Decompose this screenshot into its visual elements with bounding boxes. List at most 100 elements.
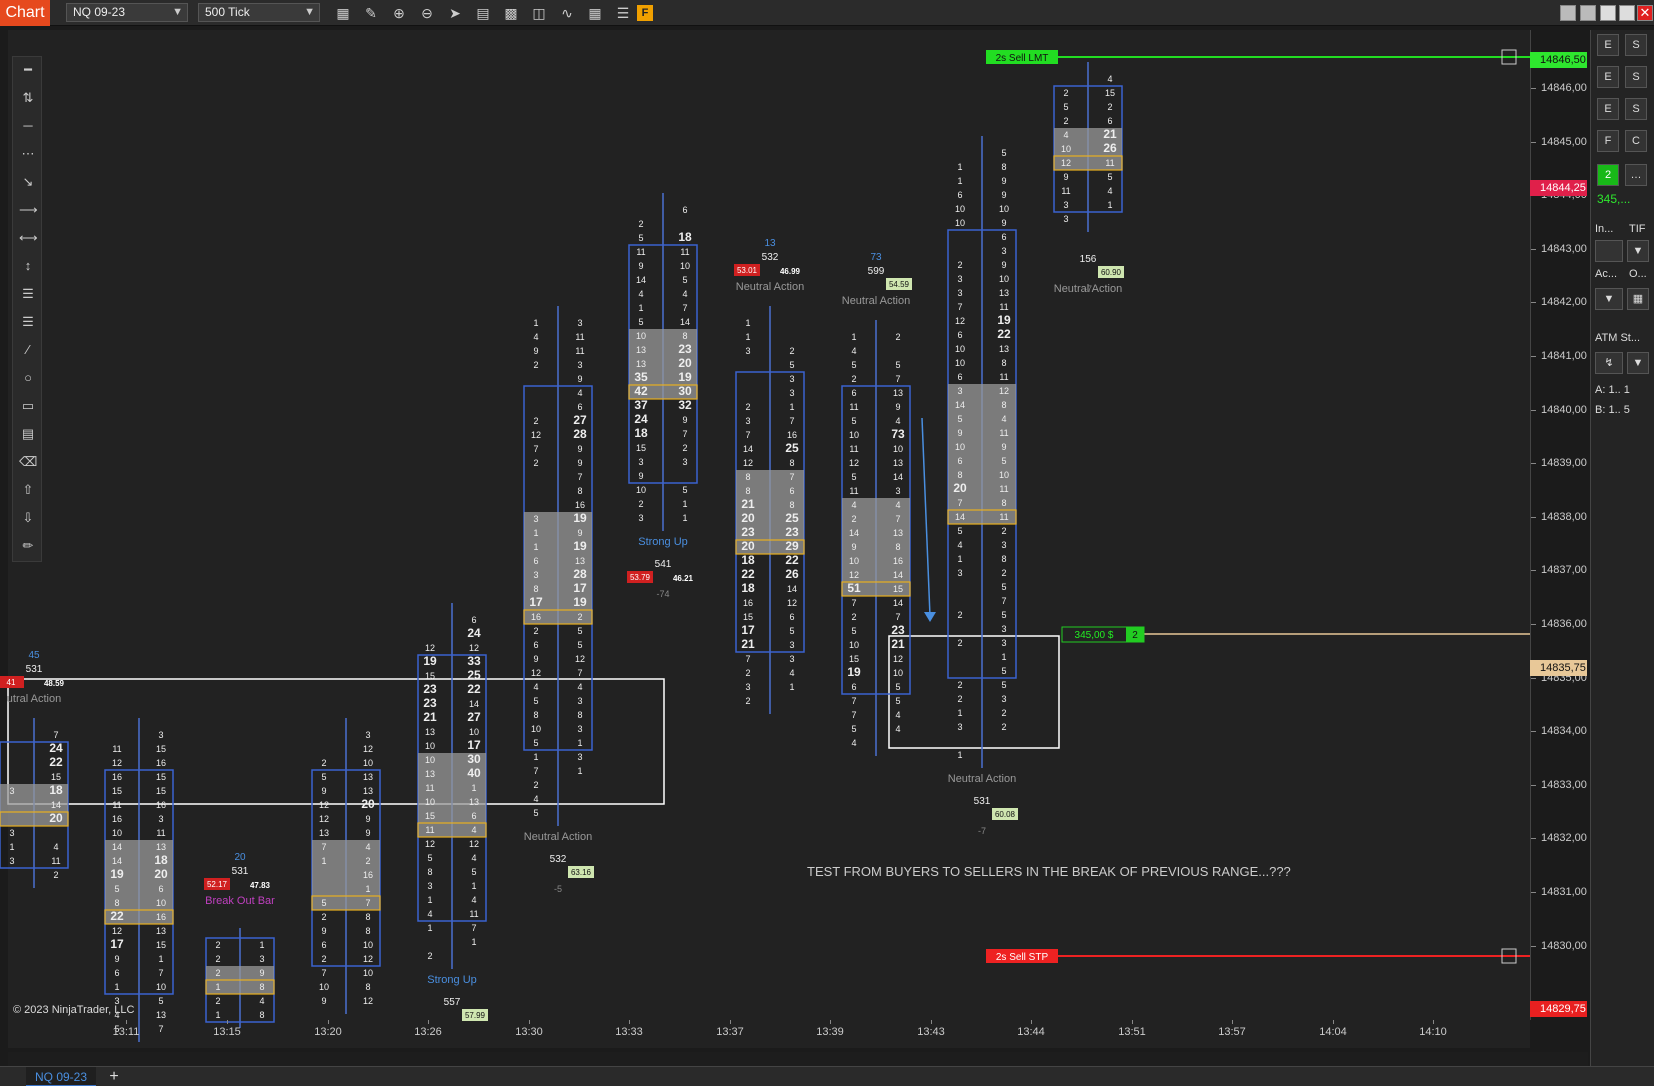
region-icon[interactable]: ▤: [19, 425, 37, 443]
tab-nq-09-23[interactable]: NQ 09-23: [26, 1067, 97, 1086]
arrow-up-icon[interactable]: ⇧: [19, 481, 37, 499]
bottom-tab-bar: NQ 09-23 +: [0, 1066, 1654, 1086]
bid-volume: 19: [847, 665, 861, 679]
diagonal-line-icon[interactable]: ↘: [19, 173, 37, 191]
bar-type-icon[interactable]: ▦: [334, 4, 352, 22]
ray-icon[interactable]: ⋯: [19, 145, 37, 163]
interval-selector[interactable]: 500 Tick ▼: [198, 3, 320, 22]
ask-volume: 18: [678, 230, 692, 244]
price-tick: [1531, 409, 1536, 411]
pencil-icon[interactable]: ✎: [362, 4, 380, 22]
position-pnl-label: 345,00 $: [1075, 630, 1114, 641]
list-icon[interactable]: ☰: [614, 4, 632, 22]
ask-volume: 9: [1001, 190, 1006, 200]
add-tab-icon[interactable]: +: [104, 1067, 124, 1086]
bid-volume: 6: [957, 372, 962, 382]
atm-dropdown[interactable]: ▼: [1627, 352, 1649, 374]
price-tick: [1531, 302, 1536, 304]
ask-volume: 10: [999, 470, 1009, 480]
close-icon[interactable]: ✕: [1637, 5, 1653, 21]
f-badge[interactable]: F: [637, 5, 653, 21]
bar-volume: 541: [655, 559, 672, 570]
data-box-icon[interactable]: ▤: [474, 4, 492, 22]
zoom-out-icon[interactable]: ⊖: [418, 4, 436, 22]
vertical-line-icon[interactable]: ↕: [19, 257, 37, 275]
strategies-icon[interactable]: ◫: [530, 4, 548, 22]
ask-volume: 19: [573, 511, 587, 525]
panel-button-s2[interactable]: S: [1625, 66, 1647, 88]
atm-lightning-icon[interactable]: ↯: [1595, 352, 1623, 374]
panel-button-e1[interactable]: E: [1597, 34, 1619, 56]
risk-reward-icon[interactable]: ⇅: [19, 89, 37, 107]
bid-volume: 11: [636, 247, 645, 257]
account-dropdown[interactable]: ▼: [1595, 288, 1623, 310]
chart-menu-button[interactable]: Chart: [0, 0, 50, 26]
ask-volume: 20: [49, 811, 63, 825]
time-axis[interactable]: 13:11 13:15 13:20 13:26 13:30 13:33 13:37 13:39…: [8, 1020, 1530, 1050]
properties-icon[interactable]: ▩: [502, 4, 520, 22]
bid-volume: 10: [425, 755, 435, 765]
sell-lmt-price-tag[interactable]: 14846,50: [1530, 52, 1587, 68]
bid-volume: 8: [957, 470, 962, 480]
calculator-icon[interactable]: ▦: [1627, 288, 1649, 310]
ask-volume: 5: [895, 696, 900, 706]
instrument-selector[interactable]: NQ 09-23 ▼: [66, 3, 188, 22]
bid-volume: 10: [849, 640, 859, 650]
channel-icon[interactable]: ∕: [19, 341, 37, 359]
position-price-tag[interactable]: 14835,75: [1530, 660, 1587, 676]
cursor-icon[interactable]: ➤: [446, 4, 464, 22]
price-axis[interactable]: 14846,0014845,0014844,0014843,0014842,00…: [1530, 30, 1588, 1020]
bid-volume: 1: [533, 528, 538, 538]
fib-extension-icon[interactable]: ☰: [19, 313, 37, 331]
horizontal-scrollbar[interactable]: [8, 1052, 1588, 1066]
maximize-icon[interactable]: [1619, 5, 1635, 21]
horizontal-line-icon[interactable]: ⟷: [19, 229, 38, 247]
rectangle-icon[interactable]: ▭: [19, 397, 37, 415]
arrow-down-icon[interactable]: ⇩: [19, 509, 37, 527]
ask-volume: 14: [893, 570, 903, 580]
bid-volume: 2: [215, 940, 220, 950]
window-tab-icon[interactable]: [1560, 5, 1576, 21]
templates-icon[interactable]: ▦: [586, 4, 604, 22]
panel-button-e3[interactable]: E: [1597, 98, 1619, 120]
bid-volume: 14: [112, 842, 122, 852]
sell-stp-price-tag[interactable]: 14829,75: [1530, 1001, 1587, 1017]
time-tick: [1333, 1020, 1334, 1024]
extended-line-icon[interactable]: ⟶: [19, 201, 38, 219]
ask-volume: 12: [999, 386, 1009, 396]
panel-button-f[interactable]: F: [1597, 130, 1619, 152]
ask-volume: 9: [577, 528, 582, 538]
indicators-icon[interactable]: ∿: [558, 4, 576, 22]
bid-volume: 2: [851, 514, 856, 524]
tif-label: TIF: [1629, 223, 1646, 235]
ask-volume: 3: [1001, 638, 1006, 648]
text-icon[interactable]: ⌫: [19, 453, 37, 471]
line-icon[interactable]: ─: [19, 117, 37, 135]
panel-button-s3[interactable]: S: [1625, 98, 1647, 120]
ruler-icon[interactable]: ━: [19, 61, 37, 79]
bid-volume: 6: [851, 682, 856, 692]
fibonacci-icon[interactable]: ☰: [19, 285, 37, 303]
ask-volume: 10: [363, 940, 373, 950]
ellipse-icon[interactable]: ○: [19, 369, 37, 387]
bid-volume: 7: [321, 968, 326, 978]
zoom-in-icon[interactable]: ⊕: [390, 4, 408, 22]
ask-volume: 11: [575, 346, 584, 356]
bar-label: Neutral Action: [524, 831, 592, 843]
bid-volume: 2: [533, 780, 538, 790]
time-tick: [227, 1020, 228, 1024]
instrument-dropdown[interactable]: [1595, 240, 1623, 262]
minimize-icon[interactable]: [1600, 5, 1616, 21]
ask-percent: 46.21: [673, 574, 694, 583]
position-more-button[interactable]: …: [1625, 164, 1647, 186]
window-restore-icon[interactable]: [1580, 5, 1596, 21]
panel-button-s1[interactable]: S: [1625, 34, 1647, 56]
panel-button-c[interactable]: C: [1625, 130, 1647, 152]
ask-volume: 17: [467, 738, 481, 752]
ask-volume: 4: [259, 996, 264, 1006]
marker-icon[interactable]: ✏: [19, 537, 37, 555]
panel-button-e2[interactable]: E: [1597, 66, 1619, 88]
test-rectangle: [888, 635, 1060, 749]
tif-dropdown[interactable]: ▼: [1627, 240, 1649, 262]
bid-volume: 6: [533, 556, 538, 566]
